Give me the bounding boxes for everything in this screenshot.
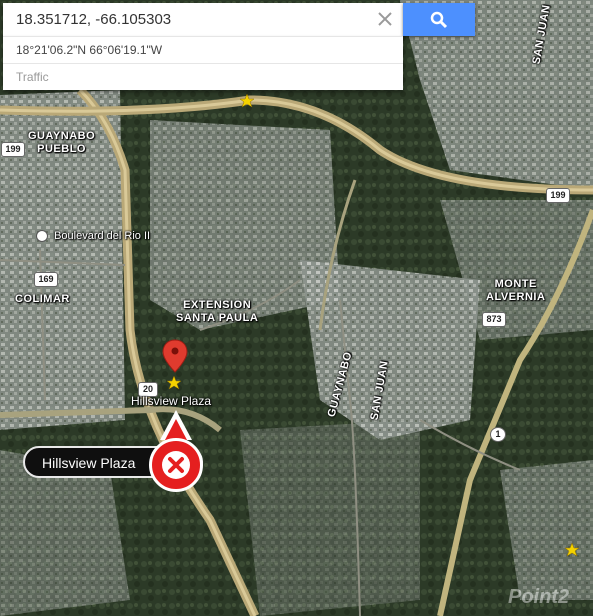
close-icon[interactable] <box>375 9 395 29</box>
search-box <box>3 3 403 36</box>
marker-close-button[interactable] <box>149 438 203 492</box>
search-button[interactable] <box>403 3 475 36</box>
place-label-extension-santa-paula: EXTENSION SANTA PAULA <box>176 299 259 324</box>
route-shield: 1 <box>490 427 506 442</box>
suggestion-traffic[interactable]: Traffic <box>3 63 403 90</box>
route-shield: 199 <box>1 142 25 157</box>
search-input[interactable] <box>3 3 363 36</box>
pin-label-hillsview-plaza[interactable]: Hillsview Plaza <box>131 394 211 408</box>
route-shield: 873 <box>482 312 506 327</box>
poi-boulevard-del-rio[interactable]: Boulevard del Rio II <box>36 230 150 243</box>
landmark-icon <box>36 230 48 243</box>
suggestion-dropdown: 18°21'06.2"N 66°06'19.1"W Traffic <box>3 36 403 90</box>
satellite-map[interactable] <box>0 0 593 616</box>
search-icon <box>430 11 448 29</box>
place-label-colimar: COLIMAR <box>15 293 70 305</box>
close-icon <box>168 457 184 473</box>
place-label-guaynabo-pueblo: GUAYNABO PUEBLO <box>28 130 96 155</box>
route-shield: 199 <box>546 188 570 203</box>
route-shield: 169 <box>34 272 58 287</box>
place-label-monte-alvernia: MONTE ALVERNIA <box>486 278 546 303</box>
watermark-logo: Point2 <box>508 586 570 608</box>
suggestion-coordinates[interactable]: 18°21'06.2"N 66°06'19.1"W <box>3 36 403 63</box>
marker-callout-label: Hillsview Plaza <box>42 455 136 471</box>
